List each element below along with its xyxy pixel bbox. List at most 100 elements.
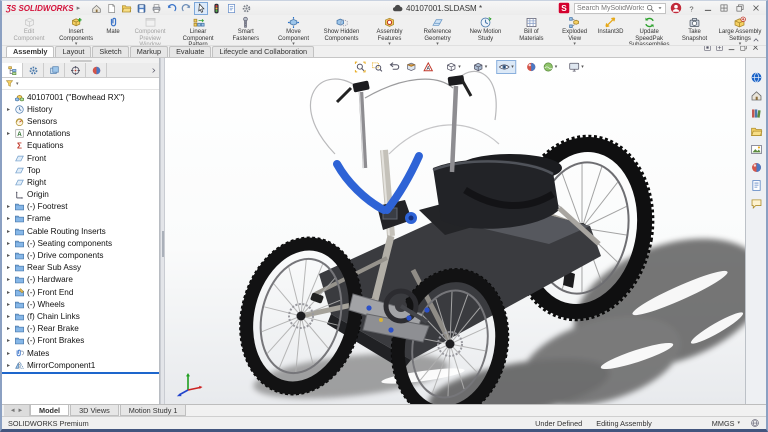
tree-item-top[interactable]: Top	[2, 164, 159, 176]
reference-geometry-button[interactable]: Reference Geometry▾	[413, 16, 461, 45]
dropdown-caret-icon[interactable]: ▾	[292, 42, 295, 46]
menu-flyout-arrow[interactable]: ▸	[77, 4, 81, 12]
dropdown-caret-icon[interactable]: ▾	[75, 42, 78, 46]
smart-fasteners-button[interactable]: Smart Fasteners	[222, 16, 269, 45]
tab-scroll-buttons[interactable]: ◄ ►	[4, 405, 30, 416]
update-speedpak-subassemblies-button[interactable]: Update SpeedPak Subassemblies	[625, 16, 673, 45]
design-library-button[interactable]	[749, 106, 764, 121]
dropdown-caret-icon[interactable]: ▾	[581, 64, 584, 70]
expand-arrow-icon[interactable]: ▸	[5, 350, 12, 357]
expand-arrow-icon[interactable]: ▸	[5, 240, 12, 247]
tree-item-footrest[interactable]: ▸(-) Footrest	[2, 201, 159, 213]
take-snapshot-button[interactable]: Take Snapshot	[673, 16, 716, 45]
tree-item-seating-components[interactable]: ▸(-) Seating components	[2, 237, 159, 249]
file-properties-button[interactable]	[224, 2, 238, 15]
rollback-bar[interactable]	[2, 372, 159, 374]
view-settings-button[interactable]: ▾	[566, 60, 586, 74]
linear-component-pattern-button[interactable]: Linear Component Pattern▾	[174, 16, 222, 45]
instant3d-button[interactable]: Instant3D	[596, 16, 625, 45]
show-hidden-components-button[interactable]: Show Hidden Components	[317, 16, 365, 45]
tree-item-rear-sub-assy[interactable]: ▸Rear Sub Assy	[2, 262, 159, 274]
file-explorer-button[interactable]	[749, 124, 764, 139]
tree-item-sensors[interactable]: Sensors	[2, 115, 159, 127]
view-palette-button[interactable]	[749, 142, 764, 157]
search-box[interactable]	[574, 3, 666, 14]
user-avatar[interactable]	[670, 2, 682, 14]
expand-arrow-icon[interactable]: ▸	[5, 289, 12, 296]
dropdown-caret-icon[interactable]: ▾	[458, 64, 461, 70]
view-tab-motion-study-1[interactable]: Motion Study 1	[120, 405, 187, 416]
search-input[interactable]	[577, 5, 644, 12]
insert-components-button[interactable]: Insert Components▾	[52, 16, 100, 45]
dropdown-caret-icon[interactable]: ▾	[388, 42, 391, 46]
fm-tab-dimxpertmanager[interactable]	[65, 63, 86, 77]
tree-item-front[interactable]: Front	[2, 152, 159, 164]
dropdown-caret-icon[interactable]: ▾	[511, 64, 514, 70]
welcome-home-button[interactable]	[89, 2, 103, 15]
tree-item-front-brakes[interactable]: ▸(-) Front Brakes	[2, 335, 159, 347]
tree-item-f-chain-links[interactable]: ▸(f) Chain Links	[2, 310, 159, 322]
view-orientation-button[interactable]: ▾	[443, 60, 463, 74]
options-button[interactable]	[239, 2, 253, 15]
bill-of-materials-button[interactable]: Bill of Materials	[509, 16, 553, 45]
mate-button[interactable]: Mate	[100, 16, 126, 45]
exploded-view-button[interactable]: Exploded View▾	[553, 16, 596, 45]
assembly-model[interactable]	[165, 58, 745, 404]
help-icon[interactable]: ?	[686, 3, 697, 14]
restore-button[interactable]	[733, 2, 746, 14]
tab-layout[interactable]: Layout	[55, 46, 91, 57]
solidworks-badge-icon[interactable]: S	[558, 2, 570, 14]
expand-arrow-icon[interactable]: ▸	[5, 106, 12, 113]
fm-tab-configurationmanager[interactable]	[44, 63, 65, 77]
hide-show-items-button[interactable]: ▾	[496, 60, 516, 74]
tab-markup[interactable]: Markup	[130, 46, 168, 57]
expand-arrow-icon[interactable]: ▸	[5, 362, 12, 369]
filter-funnel-icon[interactable]	[5, 79, 14, 88]
expand-arrow-icon[interactable]: ▸	[5, 203, 12, 210]
tree-item-front-end[interactable]: ▸(-) Front End	[2, 286, 159, 298]
move-component-button[interactable]: Move Component▾	[269, 16, 317, 45]
tree-item-frame[interactable]: ▸Frame	[2, 213, 159, 225]
filter-caret-icon[interactable]: ▾	[16, 81, 19, 87]
tree-item-hardware[interactable]: ▸(-) Hardware	[2, 274, 159, 286]
minimize-button[interactable]	[701, 2, 714, 14]
expand-arrow-icon[interactable]: ▸	[5, 276, 12, 283]
collapse-ribbon-icon[interactable]	[751, 36, 761, 44]
tree-item-equations[interactable]: ΣEquations	[2, 140, 159, 152]
tree-item-rear-brake[interactable]: ▸(-) Rear Brake	[2, 323, 159, 335]
solidworks-forum-button[interactable]	[749, 196, 764, 211]
undo-button[interactable]	[164, 2, 178, 15]
expand-arrow-icon[interactable]: ▸	[5, 325, 12, 332]
dropdown-caret-icon[interactable]: ▾	[485, 64, 488, 70]
edit-appearance-button[interactable]	[523, 60, 539, 74]
tree-item-wheels[interactable]: ▸(-) Wheels	[2, 298, 159, 310]
tree-item-mates[interactable]: ▸Mates	[2, 347, 159, 359]
expand-arrow-icon[interactable]: ▸	[5, 215, 12, 222]
tree-item-history[interactable]: ▸History	[2, 103, 159, 115]
expand-arrow-icon[interactable]: ▸	[5, 252, 12, 259]
view-tab-3d-views[interactable]: 3D Views	[70, 405, 119, 416]
units-caret-icon[interactable]: ▾	[737, 420, 740, 426]
fm-tab-displaymanager[interactable]	[86, 63, 107, 77]
graphics-viewport[interactable]: A▾▾▾▾▾	[165, 58, 745, 404]
appearances-scenes-button[interactable]	[749, 160, 764, 175]
dropdown-caret-icon[interactable]: ▾	[436, 42, 439, 46]
new-document-button[interactable]	[104, 2, 118, 15]
zoom-to-area-button[interactable]	[369, 60, 385, 74]
view-tab-model[interactable]: Model	[30, 405, 69, 416]
layout-windows-button[interactable]	[717, 2, 730, 14]
close-button[interactable]	[749, 2, 762, 14]
expand-arrow-icon[interactable]: ▸	[5, 130, 12, 137]
select-button[interactable]	[194, 2, 208, 15]
rebuild-button[interactable]	[209, 2, 223, 15]
zoom-to-fit-button[interactable]	[352, 60, 368, 74]
fm-tab-featuremanager-design-tree[interactable]	[2, 63, 23, 77]
tree-item-annotations[interactable]: ▸AAnnotations	[2, 128, 159, 140]
assembly-features-button[interactable]: Assembly Features▾	[365, 16, 413, 45]
expand-arrow-icon[interactable]: ▸	[5, 228, 12, 235]
redo-button[interactable]	[179, 2, 193, 15]
tab-assembly[interactable]: Assembly	[6, 46, 54, 57]
tab-evaluate[interactable]: Evaluate	[169, 46, 211, 57]
open-document-button[interactable]	[119, 2, 133, 15]
save-button[interactable]	[134, 2, 148, 15]
